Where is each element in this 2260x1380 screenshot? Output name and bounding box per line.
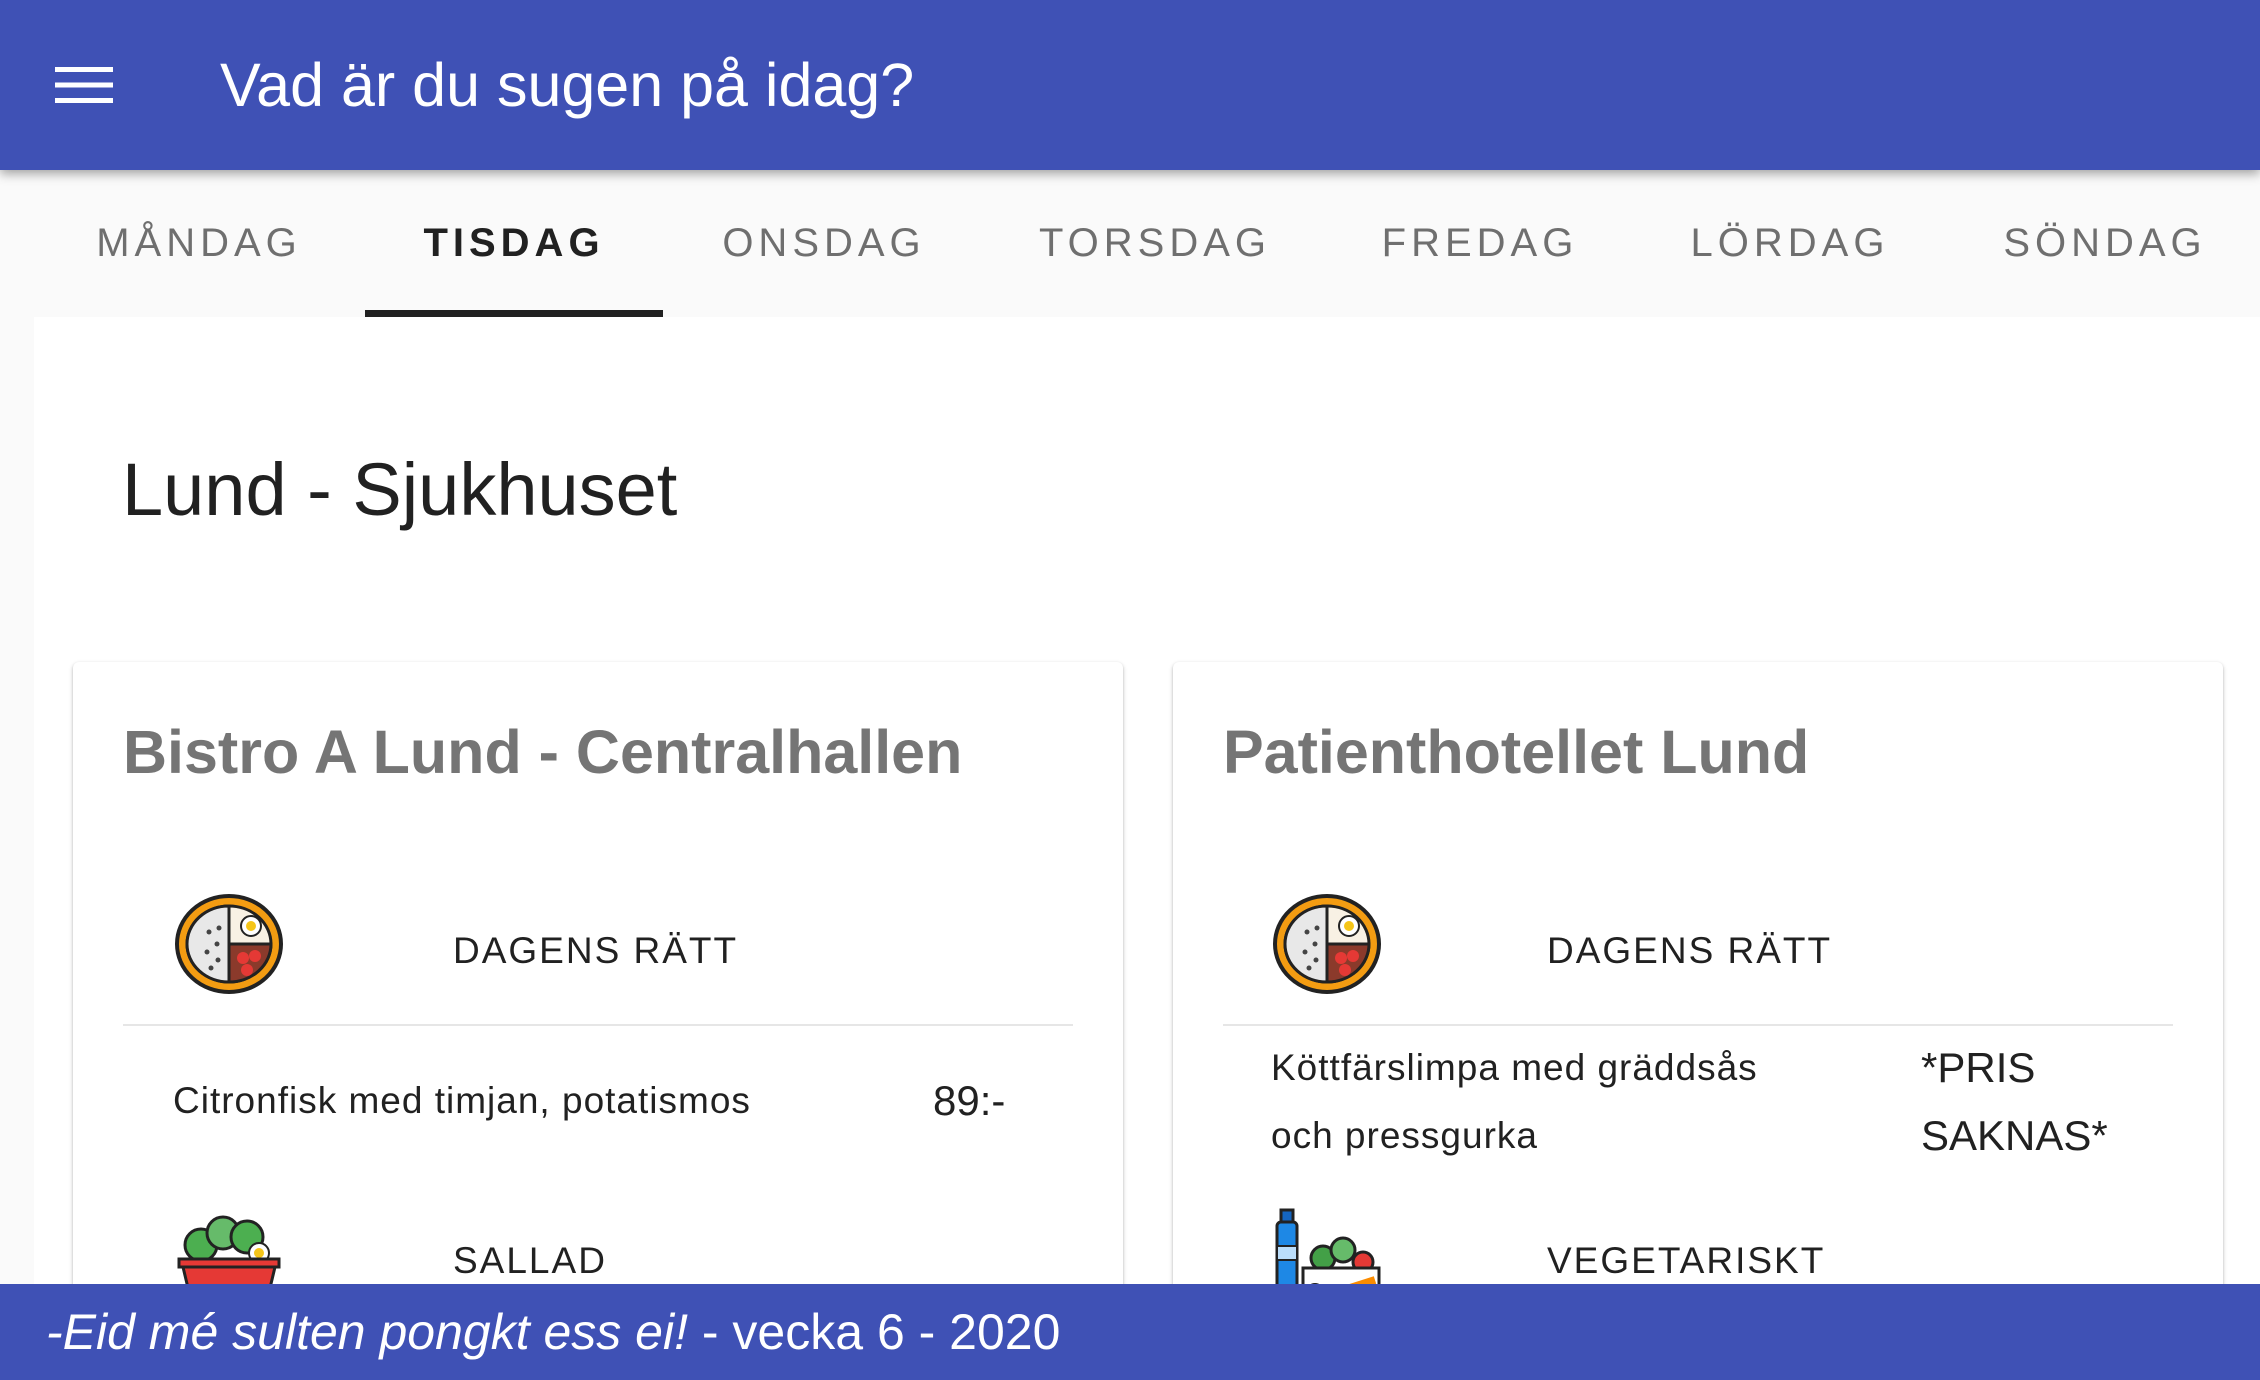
dish-price: 89:- [933,1077,1006,1124]
restaurant-name: Bistro A Lund - Centralhallen [123,718,963,786]
price-missing-line2: SAKNAS* [1921,1112,2108,1159]
tab-lordag[interactable]: LÖRDAG [1640,170,1940,317]
tab-tisdag[interactable]: TISDAG [365,170,663,317]
category-label: VEGETARISKT [1547,1240,1826,1281]
menu-button[interactable] [36,45,132,125]
category-label: SALLAD [453,1240,607,1281]
tab-sondag[interactable]: SÖNDAG [1955,170,2255,317]
restaurant-card: Patienthotellet Lund DAGENS RÄTT Köttfär… [1173,662,2223,1380]
tab-mandag[interactable]: MÅNDAG [50,170,348,317]
footer-week: - vecka 6 - 2020 [688,1304,1061,1360]
restaurant-name: Patienthotellet Lund [1223,718,1810,786]
divider [123,1024,1073,1026]
tab-onsdag[interactable]: ONSDAG [675,170,973,317]
restaurant-card: Bistro A Lund - Centralhallen DAGENS RÄT… [73,662,1123,1380]
dish-name-line2: och pressgurka [1271,1115,1538,1156]
plate-meal-icon [1273,894,1381,994]
tab-torsdag[interactable]: TORSDAG [990,170,1320,317]
dish-name-line1: Köttfärslimpa med gräddsås [1271,1047,1758,1088]
app-bar: Vad är du sugen på idag? [0,0,2260,170]
footer-bar: -Eid mé sulten pongkt ess ei! - vecka 6 … [0,1284,2260,1380]
location-title: Lund - Sjukhuset [122,448,678,531]
footer-slogan: -Eid mé sulten pongkt ess ei! [46,1304,688,1360]
price-missing-line1: *PRIS [1921,1044,2036,1091]
dish-name: Citronfisk med timjan, potatismos [173,1080,751,1121]
app-title: Vad är du sugen på idag? [220,51,915,119]
plate-meal-icon [175,894,283,994]
category-label: DAGENS RÄTT [1547,930,1833,971]
menu-icon [55,67,113,103]
category-label: DAGENS RÄTT [453,930,739,971]
main-content: Lund - Sjukhuset Bistro A Lund - Central… [34,317,2260,1380]
divider [1223,1024,2173,1026]
tab-fredag[interactable]: FREDAG [1330,170,1630,317]
active-tab-indicator [365,310,663,317]
day-tabs: MÅNDAG TISDAG ONSDAG TORSDAG FREDAG LÖRD… [0,170,2260,317]
